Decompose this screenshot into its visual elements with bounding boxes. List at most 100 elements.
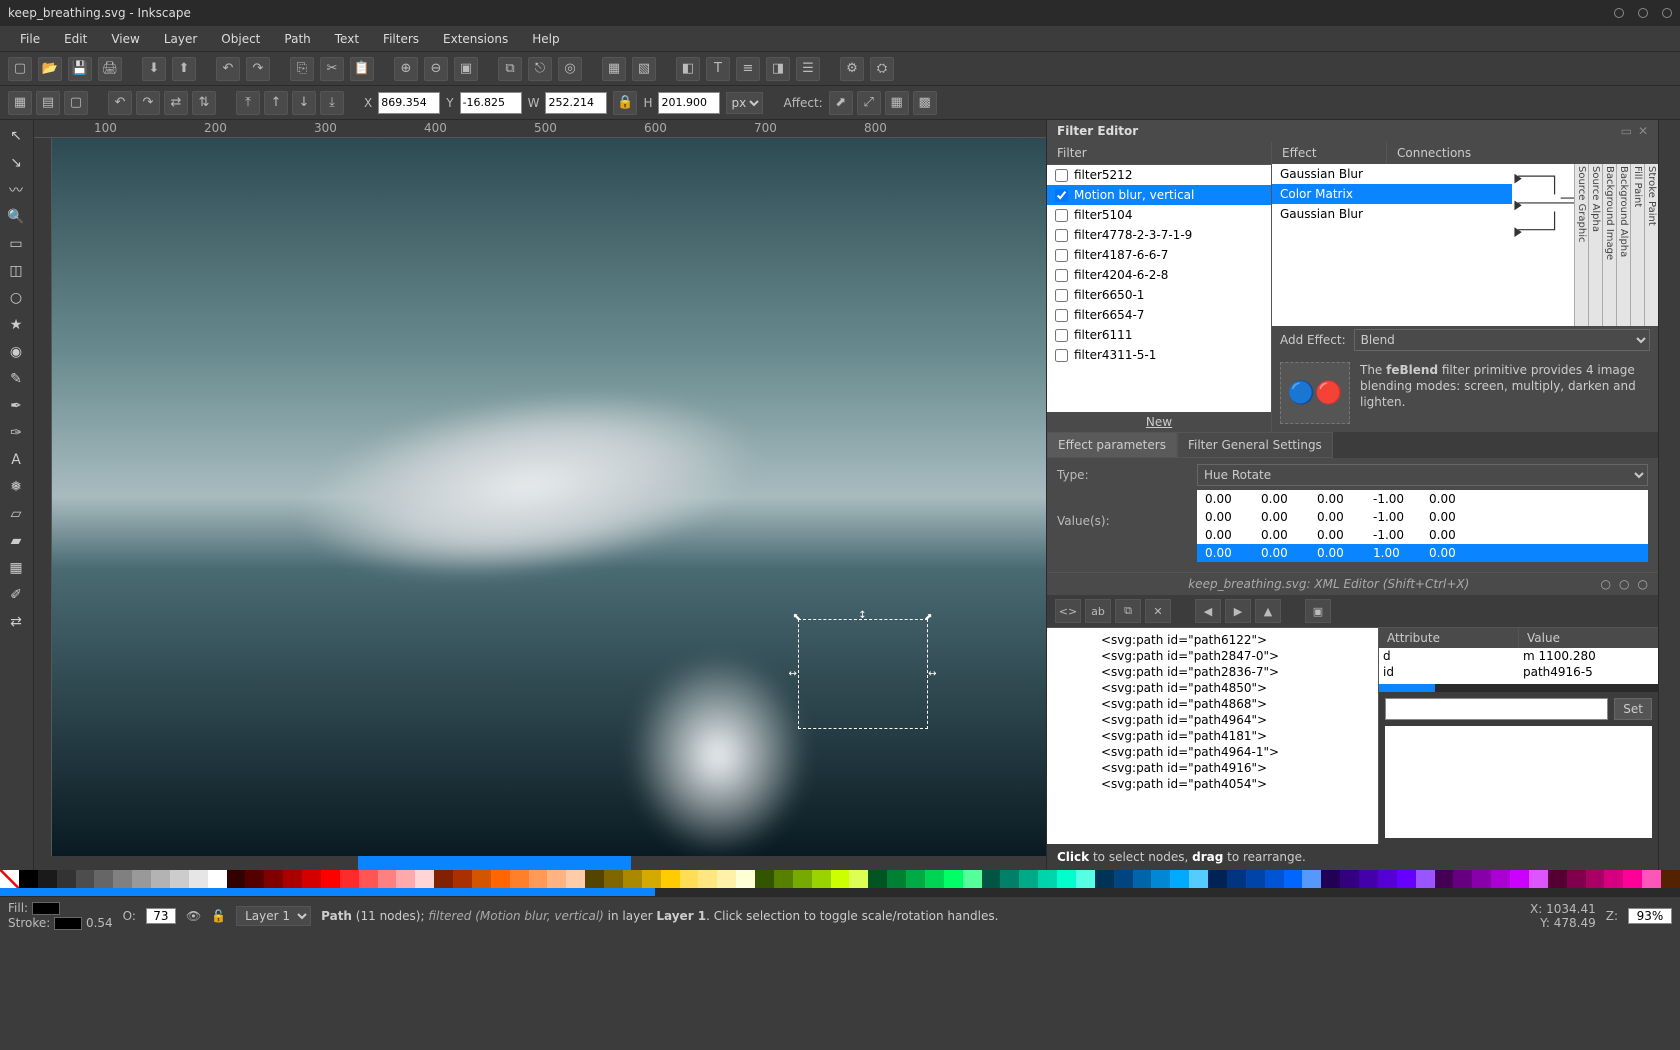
attr-row[interactable]: idpath4916-5: [1379, 664, 1658, 680]
y-input[interactable]: [460, 92, 522, 114]
swatch[interactable]: [94, 870, 113, 888]
swatch[interactable]: [1491, 870, 1510, 888]
swatch[interactable]: [1019, 870, 1038, 888]
attr-name-input[interactable]: [1385, 698, 1608, 720]
swatch[interactable]: [1151, 870, 1170, 888]
swatch[interactable]: [1000, 870, 1019, 888]
swatch[interactable]: [868, 870, 887, 888]
minimize-button[interactable]: [1614, 8, 1624, 18]
swatch[interactable]: [1076, 870, 1095, 888]
new-doc-button[interactable]: ▢: [8, 57, 32, 81]
filter-item[interactable]: filter5104: [1047, 205, 1271, 225]
tab-effect-params[interactable]: Effect parameters: [1047, 432, 1177, 458]
swatch[interactable]: [566, 870, 585, 888]
tool-eraser[interactable]: ▱: [3, 502, 29, 526]
swatch[interactable]: [831, 870, 850, 888]
selection-box[interactable]: ⬉ ⬈ ↕ ↔ ↔: [798, 619, 928, 729]
new-text-button[interactable]: ab: [1085, 599, 1111, 623]
xml-node[interactable]: <svg:path id="path2836-7">: [1051, 664, 1374, 680]
filter-checkbox[interactable]: [1055, 229, 1068, 242]
swatch[interactable]: [944, 870, 963, 888]
tool-ellipse[interactable]: ○: [3, 286, 29, 310]
swatch[interactable]: [623, 870, 642, 888]
layer-visibility-icon[interactable]: 👁: [186, 909, 201, 923]
xml-node[interactable]: <svg:path id="path4181">: [1051, 728, 1374, 744]
swatch[interactable]: [887, 870, 906, 888]
swatch[interactable]: [736, 870, 755, 888]
swatch[interactable]: [1586, 870, 1605, 888]
tool-bucket[interactable]: ▰: [3, 529, 29, 553]
swatch[interactable]: [1661, 870, 1680, 888]
indent-right-button[interactable]: ▶: [1225, 599, 1251, 623]
print-doc-button[interactable]: 🖨: [98, 57, 122, 81]
swatch[interactable]: [1114, 870, 1133, 888]
close-button[interactable]: [1662, 8, 1672, 18]
filter-item[interactable]: filter4311-5-1: [1047, 345, 1271, 365]
layer-lock-icon[interactable]: 🔓: [211, 909, 226, 923]
swatch[interactable]: [1548, 870, 1567, 888]
filter-item[interactable]: filter6654-7: [1047, 305, 1271, 325]
swatch[interactable]: [151, 870, 170, 888]
scale-button[interactable]: ⤢: [857, 91, 881, 115]
fill-swatch[interactable]: [32, 902, 60, 915]
swatch[interactable]: [415, 870, 434, 888]
tool-selector[interactable]: ↖: [3, 124, 29, 148]
swatch[interactable]: [359, 870, 378, 888]
handle-icon[interactable]: ↔: [789, 669, 797, 680]
filter-checkbox[interactable]: [1055, 169, 1068, 182]
swatch[interactable]: [1340, 870, 1359, 888]
filter-checkbox[interactable]: [1055, 189, 1068, 202]
swatch[interactable]: [906, 870, 925, 888]
menu-text[interactable]: Text: [325, 29, 369, 49]
layers-dialog-button[interactable]: ≡: [736, 57, 760, 81]
swatch[interactable]: [472, 870, 491, 888]
swatch[interactable]: [717, 870, 736, 888]
attr-value-textarea[interactable]: [1385, 726, 1652, 838]
filter-checkbox[interactable]: [1055, 289, 1068, 302]
swatch[interactable]: [302, 870, 321, 888]
swatch[interactable]: [1623, 870, 1642, 888]
swatch[interactable]: [1302, 870, 1321, 888]
opacity-input[interactable]: [146, 908, 176, 924]
swatch[interactable]: [1038, 870, 1057, 888]
swatch[interactable]: [812, 870, 831, 888]
indent-left-button[interactable]: ◀: [1195, 599, 1221, 623]
swatch[interactable]: [510, 870, 529, 888]
unlink-button[interactable]: ⎋: [528, 57, 552, 81]
filter-item[interactable]: filter6650-1: [1047, 285, 1271, 305]
palette-scroll[interactable]: [0, 888, 1680, 896]
swatch[interactable]: [491, 870, 510, 888]
snap-toolbar[interactable]: [1658, 120, 1680, 870]
cut-button[interactable]: ✂: [320, 57, 344, 81]
swatch[interactable]: [170, 870, 189, 888]
filter-checkbox[interactable]: [1055, 249, 1068, 262]
select-layer-button[interactable]: ▤: [36, 91, 60, 115]
lock-icon[interactable]: 🔒: [613, 91, 637, 115]
move-button[interactable]: ⬈: [829, 91, 853, 115]
swatch[interactable]: [57, 870, 76, 888]
menu-view[interactable]: View: [101, 29, 149, 49]
swatch[interactable]: [849, 870, 868, 888]
filter-item[interactable]: Motion blur, vertical: [1047, 185, 1271, 205]
swatch[interactable]: [1095, 870, 1114, 888]
deselect-button[interactable]: ▢: [64, 91, 88, 115]
stroke-swatch[interactable]: [54, 917, 82, 930]
swatch[interactable]: [1246, 870, 1265, 888]
menu-file[interactable]: File: [10, 29, 50, 49]
flip-v-button[interactable]: ⇅: [192, 91, 216, 115]
swatch[interactable]: [245, 870, 264, 888]
swatch[interactable]: [1416, 870, 1435, 888]
swatch[interactable]: [340, 870, 359, 888]
swatch[interactable]: [1604, 870, 1623, 888]
swatch[interactable]: [1208, 870, 1227, 888]
swatch[interactable]: [1170, 870, 1189, 888]
handle-icon[interactable]: ↔: [928, 669, 936, 680]
attr-row[interactable]: dm 1100.280: [1379, 648, 1658, 664]
color-palette[interactable]: [0, 870, 1680, 888]
filter-checkbox[interactable]: [1055, 349, 1068, 362]
transform-button[interactable]: ▦: [885, 91, 909, 115]
del-attr-button[interactable]: ▣: [1305, 599, 1331, 623]
swatch[interactable]: [76, 870, 95, 888]
del-node-button[interactable]: ✕: [1145, 599, 1171, 623]
xml-dialog-button[interactable]: ◨: [766, 57, 790, 81]
